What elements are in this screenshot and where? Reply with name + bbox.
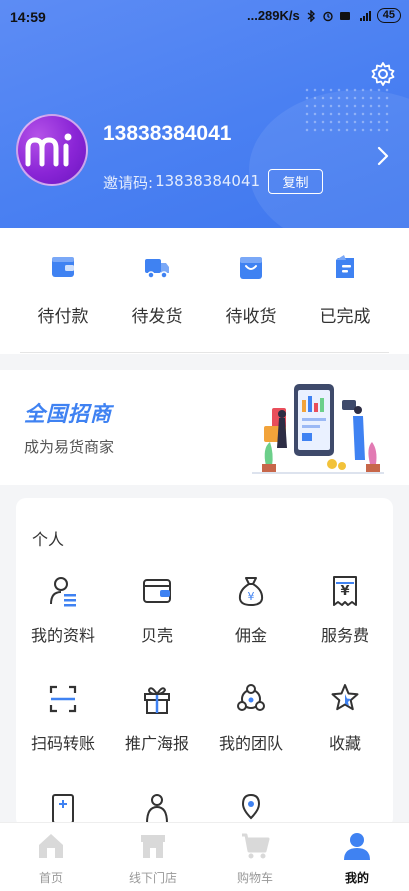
avatar[interactable] <box>16 114 88 186</box>
tab-offline-store[interactable]: 线下门店 <box>102 823 204 891</box>
menu-commission[interactable]: ¥ 佣金 <box>204 574 298 646</box>
star-icon <box>331 684 359 711</box>
user-icon <box>344 833 370 860</box>
order-pending-shipment[interactable]: 待发货 <box>106 228 208 354</box>
profile-header <box>0 0 409 228</box>
merchant-illustration <box>252 384 384 474</box>
menu-label: 贝壳 <box>140 626 173 645</box>
menu-label: 佣金 <box>234 626 267 645</box>
menu-service-fee[interactable]: ¥ 服务费 <box>298 574 392 646</box>
order-pending-receipt[interactable]: 待收货 <box>200 228 302 354</box>
order-label: 待收货 <box>225 307 277 327</box>
menu-my-team[interactable]: 我的团队 <box>204 682 298 754</box>
status-bar: 14:59 ...289K/s 45 <box>0 0 409 34</box>
done-icon <box>336 255 354 278</box>
bluetooth-icon <box>307 9 315 22</box>
banner-title: 全国招商 <box>24 402 112 426</box>
order-pending-payment[interactable]: 待付款 <box>12 228 114 354</box>
invite-label: 邀请码: <box>103 174 154 192</box>
menu-label: 扫码转账 <box>30 734 95 753</box>
order-label: 待付款 <box>37 307 89 327</box>
tab-label: 首页 <box>38 871 63 885</box>
battery-indicator: 45 <box>376 8 401 23</box>
tab-mine[interactable]: 我的 <box>306 823 408 891</box>
menu-scan-transfer[interactable]: 扫码转账 <box>16 682 110 754</box>
truck-icon <box>145 259 169 279</box>
menu-partial-2[interactable] <box>110 792 204 826</box>
username: 13838384041 <box>103 122 232 145</box>
menu-partial-1[interactable] <box>16 792 110 826</box>
store-icon <box>141 835 165 858</box>
section-title: 个人 <box>32 530 65 549</box>
copy-button[interactable]: 复制 <box>268 169 323 194</box>
bottom-tab-bar: 首页 线下门店 购物车 我的 <box>0 822 409 891</box>
tab-home[interactable]: 首页 <box>0 823 102 891</box>
status-right: ...289K/s 45 <box>247 8 401 23</box>
order-status-bar: 待付款 待发货 待收货 已完成 <box>0 228 409 354</box>
menu-promo-poster[interactable]: 推广海报 <box>110 682 204 754</box>
personal-section: 个人 我的资料 贝壳 ¥ 佣金 ¥ 服务费 扫码转账 推广海报 我的团队 收藏 <box>16 498 393 828</box>
invite-code-row: 邀请码: 13838384041 <box>103 172 260 193</box>
menu-label: 我的团队 <box>218 734 283 753</box>
menu-label: 推广海报 <box>124 734 189 753</box>
tab-label: 线下门店 <box>128 871 177 885</box>
tab-label: 购物车 <box>236 871 273 885</box>
menu-partial-3[interactable] <box>204 792 298 826</box>
menu-my-profile[interactable]: 我的资料 <box>16 574 110 646</box>
banner-subtitle: 成为易货商家 <box>24 438 115 456</box>
menu-label: 收藏 <box>328 734 361 753</box>
menu-label: 服务费 <box>320 626 369 645</box>
tab-label: 我的 <box>344 871 369 885</box>
alarm-icon <box>323 11 333 21</box>
chevron-right-icon[interactable] <box>374 144 392 168</box>
merchant-banner[interactable]: 全国招商 成为易货商家 <box>0 370 409 485</box>
calculator-icon <box>52 794 74 824</box>
svg-text:¥: ¥ <box>248 590 255 603</box>
avatar-logo-icon <box>25 133 72 167</box>
gift-icon <box>144 687 170 714</box>
tab-cart[interactable]: 购物车 <box>204 823 306 891</box>
menu-label: 我的资料 <box>30 626 95 645</box>
gear-icon[interactable] <box>369 60 397 88</box>
wallet-icon <box>52 257 74 277</box>
hd-icon <box>339 11 350 20</box>
wallet-icon <box>143 579 171 603</box>
location-icon <box>241 793 261 820</box>
menu-shells[interactable]: 贝壳 <box>110 574 204 646</box>
invite-code: 13838384041 <box>155 172 261 190</box>
divider <box>20 352 389 353</box>
menu-favorites[interactable]: 收藏 <box>298 682 392 754</box>
profile-icon <box>50 577 76 607</box>
scan-icon <box>49 685 77 713</box>
order-label: 已完成 <box>319 307 371 327</box>
money-bag-icon: ¥ <box>238 577 264 607</box>
person-icon <box>146 794 168 824</box>
network-speed: ...289K/s <box>246 8 300 23</box>
order-label: 待发货 <box>131 307 183 327</box>
status-time: 14:59 <box>10 9 46 25</box>
order-completed[interactable]: 已完成 <box>294 228 396 354</box>
svg-text:¥: ¥ <box>340 584 349 599</box>
receipt-icon: ¥ <box>333 576 357 606</box>
home-icon <box>39 834 63 858</box>
4g-signal-icon <box>359 10 371 21</box>
team-icon <box>237 684 265 711</box>
header-dot-pattern <box>303 86 389 136</box>
cart-icon <box>242 833 270 859</box>
bag-icon <box>240 257 262 279</box>
